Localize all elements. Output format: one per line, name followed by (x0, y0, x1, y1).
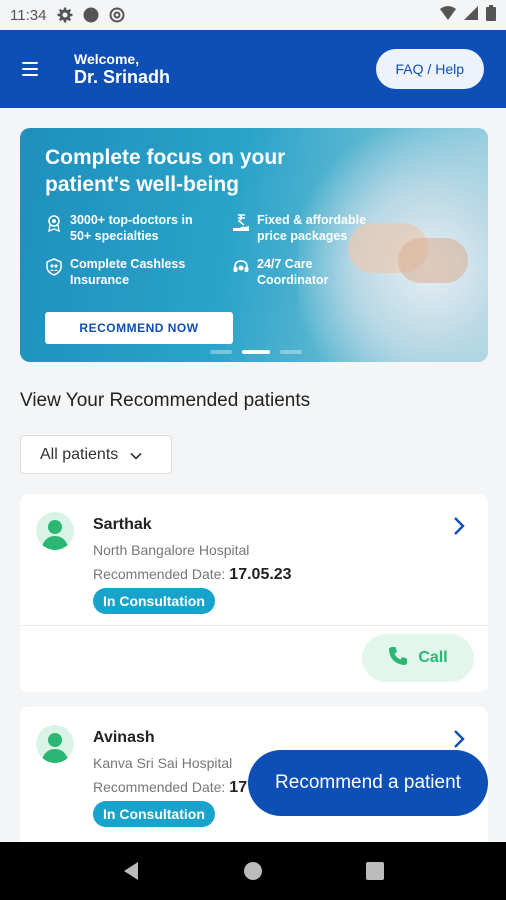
family-shield-icon (45, 258, 63, 276)
banner-title: Complete focus on your patient's well-be… (45, 146, 286, 197)
status-badge: In Consultation (93, 588, 215, 614)
wifi-icon (440, 5, 456, 25)
patient-avatar-icon (36, 512, 74, 550)
chevron-right-icon[interactable] (452, 729, 466, 749)
doctor-name: Dr. Srinadh (74, 66, 171, 87)
patient-avatar-icon (36, 725, 74, 763)
home-icon[interactable] (241, 859, 265, 883)
battery-icon (486, 4, 496, 26)
system-nav-bar (0, 842, 506, 900)
app-header: Welcome, Dr. Srinadh FAQ / Help (0, 30, 506, 108)
welcome-text: Welcome, (74, 50, 140, 67)
award-icon (45, 214, 63, 233)
feature-text: Fixed & affordable price packages (257, 213, 367, 244)
promo-banner[interactable]: Complete focus on your patient's well-be… (20, 128, 488, 362)
patient-name: Sarthak (93, 516, 152, 533)
carousel-indicator (210, 350, 302, 354)
banner-feature: 24/7 Care Coordinator (232, 256, 382, 289)
patient-filter-dropdown[interactable]: All patients (20, 435, 172, 474)
data-saver-icon (108, 6, 126, 24)
recommended-date-label: Recommended Date: (93, 566, 226, 582)
headset-icon (232, 258, 250, 276)
feature-text: 24/7 Care Coordinator (257, 257, 329, 288)
signal-icon (464, 5, 478, 25)
recommended-date-label: Recommended Date: (93, 779, 226, 795)
status-bar: 11:34 (0, 0, 506, 30)
recommended-date: Recommended Date: 17 (93, 779, 247, 797)
patient-name: Avinash (93, 729, 155, 746)
filter-label: All patients (40, 445, 119, 463)
banner-feature: Complete Cashless Insurance (45, 256, 215, 289)
chevron-down-icon (130, 449, 142, 461)
carousel-dot[interactable] (210, 350, 232, 354)
recommended-date-value: 17 (229, 779, 248, 796)
rupee-hand-icon (232, 214, 250, 232)
card-divider (20, 625, 488, 626)
status-badge: In Consultation (93, 801, 215, 827)
faq-help-button[interactable]: FAQ / Help (375, 49, 484, 89)
record-icon (82, 6, 100, 24)
call-label: Call (418, 649, 448, 666)
recommend-patient-button[interactable]: Recommend a patient (248, 750, 488, 816)
banner-feature: 3000+ top-doctors in 50+ specialties (45, 212, 215, 245)
recommended-date: Recommended Date: 17.05.23 (93, 566, 292, 584)
carousel-dot[interactable] (280, 350, 302, 354)
call-button[interactable]: Call (362, 634, 474, 682)
welcome-block: Welcome, Dr. Srinadh (74, 51, 170, 88)
patient-card[interactable]: Sarthak North Bangalore Hospital Recomme… (20, 494, 488, 692)
banner-feature: Fixed & affordable price packages (232, 212, 382, 245)
hamburger-menu-icon[interactable] (22, 56, 48, 82)
patient-hospital: Kanva Sri Sai Hospital (93, 755, 233, 771)
carousel-dot-active[interactable] (242, 350, 270, 354)
settings-icon (56, 6, 74, 24)
feature-text: 3000+ top-doctors in 50+ specialties (70, 213, 193, 244)
recommended-date-value: 17.05.23 (229, 566, 292, 583)
recommend-now-button[interactable]: RECOMMEND NOW (45, 312, 233, 344)
section-title: View Your Recommended patients (20, 390, 311, 411)
feature-text: Complete Cashless Insurance (70, 257, 186, 288)
phone-icon (388, 646, 408, 671)
patient-hospital: North Bangalore Hospital (93, 542, 250, 558)
status-time: 11:34 (10, 6, 47, 24)
back-icon[interactable] (119, 859, 143, 883)
chevron-right-icon[interactable] (452, 516, 466, 536)
recents-icon[interactable] (363, 859, 387, 883)
